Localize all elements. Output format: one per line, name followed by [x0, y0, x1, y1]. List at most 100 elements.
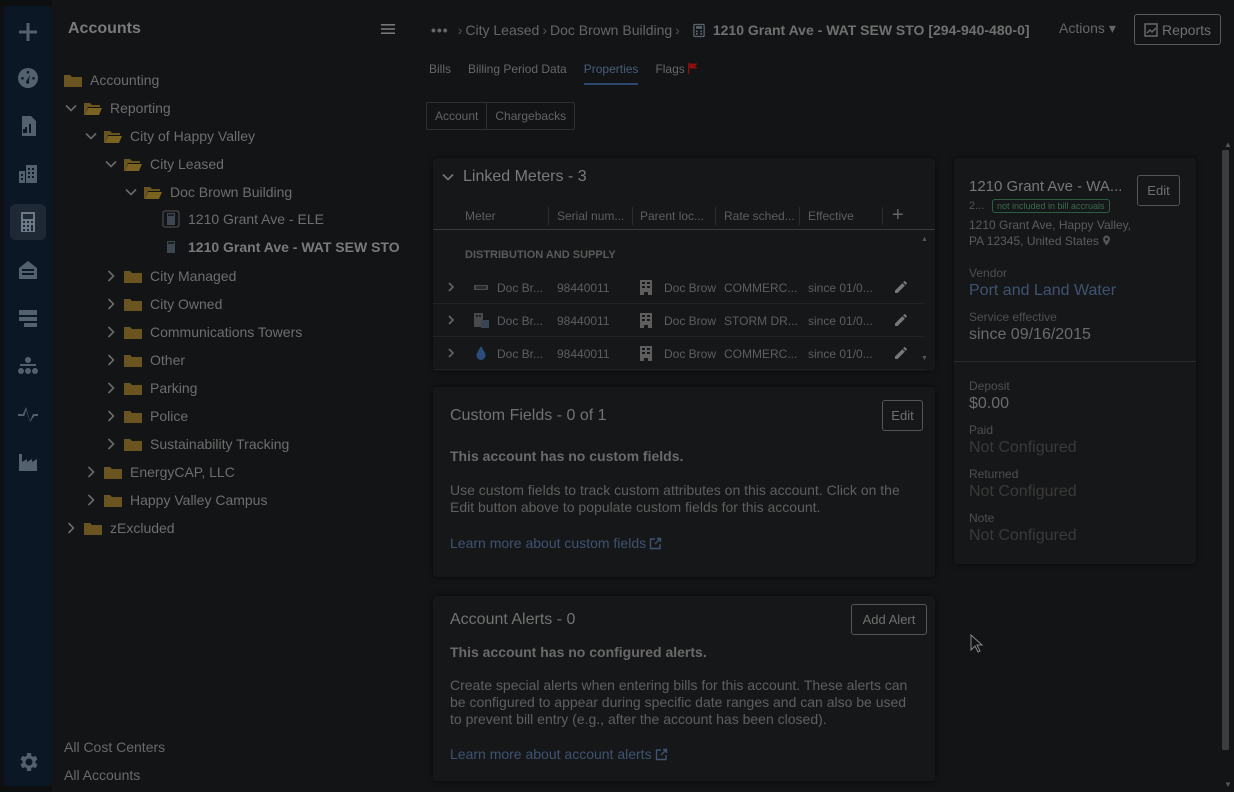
dashboard-icon[interactable]	[10, 60, 46, 96]
tree-node[interactable]: Doc Brown Building	[124, 181, 292, 203]
all-accounts-link[interactable]: All Accounts	[64, 767, 140, 783]
activity-icon[interactable]	[10, 396, 46, 432]
tree-node[interactable]: City Owned	[104, 293, 222, 315]
pencil-icon[interactable]	[893, 345, 909, 361]
tree-node[interactable]: Accounting	[64, 69, 159, 91]
edit-custom-fields-button[interactable]: Edit	[882, 400, 923, 431]
water-drop-icon	[473, 345, 489, 361]
tree-node[interactable]: Sustainability Tracking	[104, 433, 289, 455]
subtab-account[interactable]: Account	[427, 103, 486, 129]
chevron-down-icon[interactable]	[104, 157, 118, 171]
all-cost-centers-link[interactable]: All Cost Centers	[64, 739, 165, 755]
meters-group-label: DISTRIBUTION AND SUPPLY	[465, 249, 616, 261]
col-effective[interactable]: Effective	[808, 209, 854, 223]
tab-properties[interactable]: Properties	[583, 62, 639, 85]
edit-account-button[interactable]: Edit	[1137, 175, 1180, 206]
col-meter[interactable]: Meter	[465, 209, 496, 223]
reports-button[interactable]: Reports	[1134, 14, 1221, 45]
tree-node[interactable]: Reporting	[64, 97, 171, 119]
meter-name: Doc Br...	[497, 314, 544, 328]
map-pin-icon[interactable]	[1102, 235, 1111, 246]
add-column-button[interactable]: +	[892, 204, 904, 227]
add-alert-button[interactable]: Add Alert	[851, 604, 927, 635]
crumb-city-leased[interactable]: City Leased	[465, 22, 539, 38]
chevron-right-icon[interactable]	[64, 521, 78, 535]
electric-meter-icon	[473, 279, 489, 295]
account-calculator-icon	[693, 23, 705, 37]
chevron-right-icon[interactable]	[84, 493, 98, 507]
chevron-right-icon[interactable]	[104, 381, 118, 395]
account-number: 2...	[969, 200, 985, 212]
tab-billing-period-data[interactable]: Billing Period Data	[468, 62, 567, 85]
chevron-right-icon[interactable]	[445, 281, 457, 293]
settings-icon[interactable]	[10, 744, 46, 780]
scroll-up-arrow[interactable]: ▲	[1224, 140, 1232, 149]
table-row[interactable]: Doc Br... 98440011 Doc Brow COMMERC... s…	[433, 337, 925, 370]
chevron-right-icon[interactable]	[84, 465, 98, 479]
hierarchy-icon[interactable]	[10, 348, 46, 384]
account-alerts-learn-more-link[interactable]: Learn more about account alerts	[450, 746, 668, 762]
add-icon[interactable]	[10, 14, 46, 50]
building-icon	[639, 312, 653, 328]
tab-bills[interactable]: Bills	[429, 62, 451, 85]
scroll-down-arrow[interactable]: ▼	[1224, 780, 1232, 789]
returned-value: Not Configured	[969, 483, 1077, 500]
col-serial[interactable]: Serial num...	[557, 209, 624, 223]
chevron-right-icon[interactable]	[104, 269, 118, 283]
chevron-right-icon[interactable]	[104, 325, 118, 339]
tree-node[interactable]: 1210 Grant Ave - ELE	[162, 208, 324, 230]
tree-node[interactable]: zExcluded	[64, 517, 175, 539]
meters-scrollbar[interactable]: ▲ ▼	[921, 233, 928, 367]
main-scrollbar[interactable]	[1222, 150, 1229, 750]
tree-node-selected[interactable]: 1210 Grant Ave - WAT SEW STO	[162, 236, 400, 258]
tree-node[interactable]: Police	[104, 405, 188, 427]
tree-node[interactable]: Happy Valley Campus	[84, 489, 267, 511]
tree-node[interactable]: Communications Towers	[104, 321, 302, 343]
chevron-down-icon[interactable]	[124, 185, 138, 199]
actions-dropdown[interactable]: Actions ▾	[1059, 20, 1116, 37]
tree-node-label: Happy Valley Campus	[130, 492, 268, 508]
more-crumbs-button[interactable]: •••	[431, 22, 449, 38]
chevron-right-icon[interactable]	[445, 347, 457, 359]
folder-open-icon	[84, 102, 102, 115]
col-parent[interactable]: Parent loc...	[640, 209, 704, 223]
tab-flags[interactable]: Flags	[655, 62, 698, 85]
servers-icon[interactable]	[10, 300, 46, 336]
status-badge: not included in bill accruals	[992, 199, 1110, 213]
chevron-right-icon[interactable]	[104, 437, 118, 451]
crumb-doc-brown-building[interactable]: Doc Brown Building	[550, 22, 672, 38]
buildings-icon[interactable]	[10, 156, 46, 192]
subtab-chargebacks[interactable]: Chargebacks	[486, 103, 574, 129]
folder-open-icon	[124, 158, 142, 171]
pencil-icon[interactable]	[893, 279, 909, 295]
col-rate[interactable]: Rate sched...	[724, 209, 795, 223]
folder-open-icon	[104, 130, 122, 143]
tree-node[interactable]: City Leased	[104, 153, 224, 175]
table-row[interactable]: Doc Br... 98440011 Doc Brow COMMERC... s…	[433, 271, 925, 304]
reports-icon[interactable]	[10, 108, 46, 144]
tree-node-label: EnergyCAP, LLC	[130, 464, 235, 480]
tree-node[interactable]: Other	[104, 349, 185, 371]
chevron-down-icon[interactable]	[64, 101, 78, 115]
account-alerts-title: Account Alerts - 0	[450, 611, 576, 628]
address-line-1: 1210 Grant Ave, Happy Valley,	[969, 218, 1132, 232]
folder-icon	[64, 74, 82, 87]
vendor-link[interactable]: Port and Land Water	[969, 282, 1116, 300]
accounts-icon[interactable]	[10, 204, 46, 240]
chevron-right-icon[interactable]	[104, 353, 118, 367]
pencil-icon[interactable]	[893, 312, 909, 328]
linked-meters-header[interactable]: Linked Meters - 3	[441, 168, 587, 186]
tree-node[interactable]: EnergyCAP, LLC	[84, 461, 235, 483]
tree-node[interactable]: City of Happy Valley	[84, 125, 255, 147]
custom-fields-learn-more-link[interactable]: Learn more about custom fields	[450, 535, 662, 551]
tree-node[interactable]: Parking	[104, 377, 197, 399]
chevron-down-icon[interactable]	[84, 129, 98, 143]
chevron-right-icon[interactable]	[104, 297, 118, 311]
factory-icon[interactable]	[10, 444, 46, 480]
table-row[interactable]: Doc Br... 98440011 Doc Brow STORM DR... …	[433, 304, 925, 337]
hamburger-menu-icon[interactable]	[381, 22, 395, 36]
chevron-right-icon[interactable]	[104, 409, 118, 423]
chevron-right-icon[interactable]	[445, 314, 457, 326]
tree-node[interactable]: City Managed	[104, 265, 236, 287]
bills-icon[interactable]	[10, 252, 46, 288]
